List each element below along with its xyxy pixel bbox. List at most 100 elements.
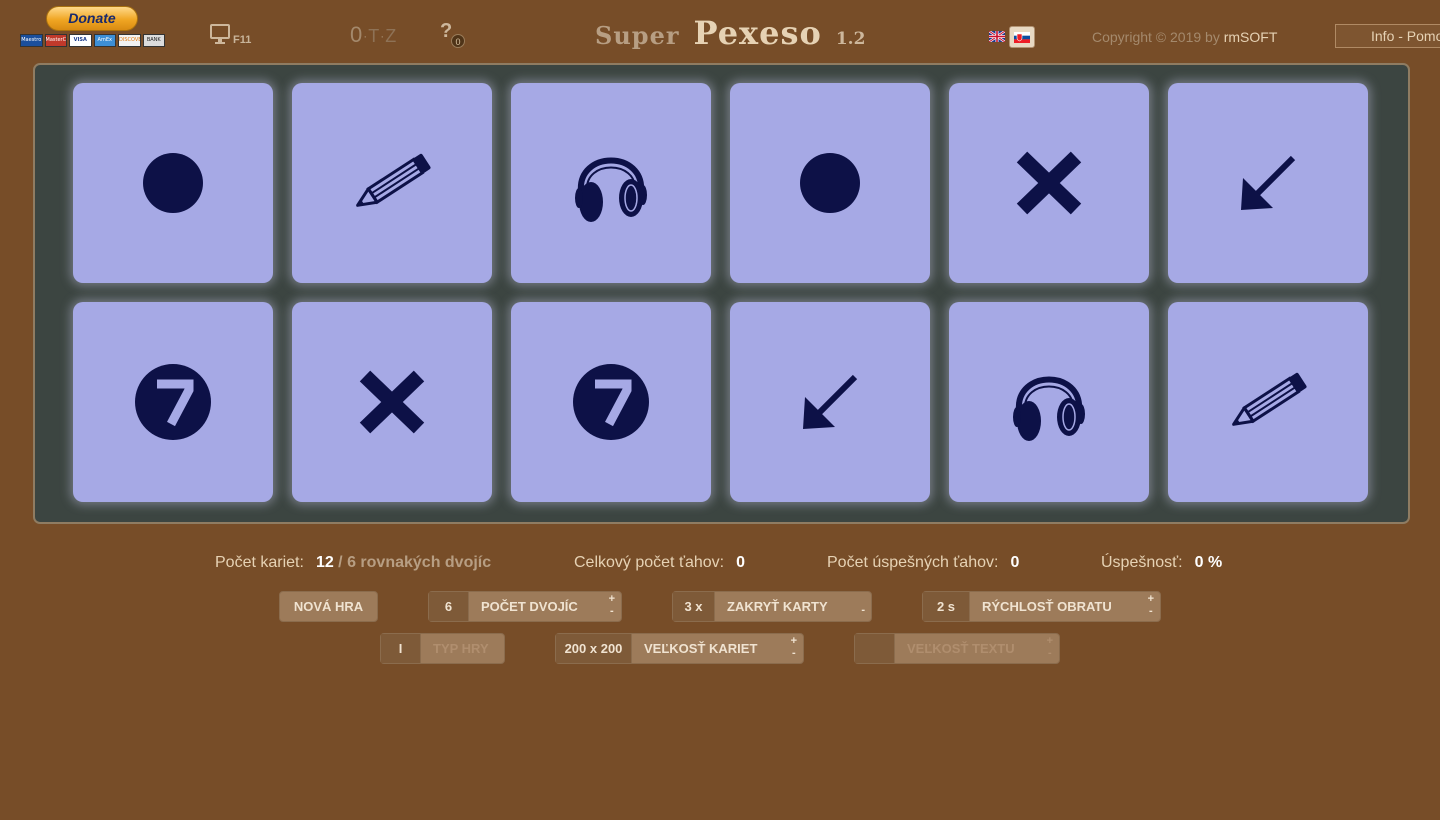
headphones-icon (1013, 376, 1085, 441)
card-10[interactable] (730, 302, 930, 502)
card-size-stepper: + - (791, 635, 797, 659)
card-4[interactable] (730, 83, 930, 283)
pairs-plus-button[interactable]: + (609, 593, 615, 605)
stat-success-rate-value: 0 % (1194, 554, 1223, 571)
pairs-minus-button[interactable]: - (610, 605, 614, 617)
stat-success-rate: Úspešnosť: 0 % (1101, 554, 1222, 572)
text-size-plus-button[interactable]: + (1047, 635, 1053, 647)
stat-card-count-sep: / (333, 554, 348, 571)
pairs-count-control: 6 POČET DVOJÍC + - (428, 591, 622, 622)
hide-cards-minus-button[interactable]: - (861, 604, 865, 616)
otz-o: 0 (350, 22, 364, 47)
stat-total-moves: Celkový počet ťahov: 0 (574, 554, 745, 572)
uk-flag-icon (989, 31, 1005, 42)
seven-icon (135, 364, 211, 440)
headphones-icon (575, 157, 647, 222)
arrow-down-left-icon (1241, 155, 1296, 210)
amex-card-icon: AmEx (93, 34, 116, 47)
arrow-down-left-icon (803, 374, 858, 429)
monitor-icon (210, 24, 230, 44)
card-12[interactable] (1168, 302, 1368, 502)
donate-button[interactable]: Donate (46, 6, 138, 31)
donate-widget: Donate Maestro MasterCard VISA AmEx DISC… (20, 6, 165, 47)
card-size-label: VEĽKOSŤ KARIET (644, 641, 758, 656)
card-size-control: 200 x 200 VEĽKOSŤ KARIET + - (555, 633, 804, 664)
card-5[interactable] (949, 83, 1149, 283)
stat-card-count-value: 12 (315, 554, 334, 571)
seven-icon (573, 364, 649, 440)
stat-success-rate-label: Úspešnosť: (1101, 554, 1183, 571)
stat-successful-moves-value: 0 (1010, 554, 1020, 571)
game-type-label: TYP HRY (433, 641, 489, 656)
text-size-stepper: + - (1047, 635, 1053, 659)
card-2[interactable] (292, 83, 492, 283)
game-type-value: I (381, 634, 421, 663)
text-size-control: VEĽKOSŤ TEXTU + - (854, 633, 1060, 664)
maestro-card-icon: Maestro (20, 34, 43, 47)
copyright-text: Copyright © 2019 by (1092, 29, 1224, 45)
text-size-value (855, 634, 895, 663)
card-size-minus-button[interactable]: - (792, 647, 796, 659)
info-help-button[interactable]: Info - Pomoc (1335, 24, 1440, 48)
hide-cards-value: 3 x (673, 592, 715, 621)
stat-pairs-text: 6 rovnakých dvojíc (347, 554, 492, 571)
copyright-brand-link[interactable]: rmSOFT (1224, 29, 1278, 45)
card-size-value: 200 x 200 (556, 634, 632, 663)
card-8[interactable] (292, 302, 492, 502)
new-game-button[interactable]: NOVÁ HRA (279, 591, 378, 622)
game-type-control[interactable]: I TYP HRY (380, 633, 505, 664)
flip-speed-control: 2 s RÝCHLOSŤ OBRATU + - (922, 591, 1161, 622)
visa-card-icon: VISA (69, 34, 92, 47)
flip-speed-label: RÝCHLOSŤ OBRATU (982, 599, 1112, 614)
text-size-minus-button[interactable]: - (1048, 647, 1052, 659)
pairs-count-value: 6 (429, 592, 469, 621)
flip-speed-stepper: + - (1148, 593, 1154, 617)
bank-card-icon: BANK (142, 34, 165, 47)
game-board (33, 63, 1410, 524)
pencil-icon (356, 153, 431, 207)
hide-cards-label: ZAKRYŤ KARTY (727, 599, 828, 614)
mastercard-icon: MasterCard (44, 34, 67, 47)
pairs-count-stepper: + - (609, 593, 615, 617)
otz-z: Z (385, 26, 398, 46)
stat-total-moves-label: Celkový počet ťahov: (574, 554, 725, 571)
stat-total-moves-value: 0 (736, 554, 745, 571)
app-title: Super Pexeso 1.2 (595, 14, 865, 52)
cross-icon (359, 370, 425, 434)
fullscreen-key-label: F11 (233, 34, 252, 46)
card-11[interactable] (949, 302, 1149, 502)
dot-icon (800, 153, 860, 213)
payment-cards: Maestro MasterCard VISA AmEx DISCOVER BA… (20, 34, 165, 47)
app-version: 1.2 (835, 29, 866, 49)
text-size-label: VEĽKOSŤ TEXTU (907, 641, 1015, 656)
title-pexeso: Pexeso (693, 14, 822, 52)
flip-speed-plus-button[interactable]: + (1148, 593, 1154, 605)
card-3[interactable] (511, 83, 711, 283)
stat-card-count: Počet kariet: 12 / 6 rovnakých dvojíc (215, 554, 491, 572)
card-size-plus-button[interactable]: + (791, 635, 797, 647)
stat-successful-moves: Počet úspešných ťahov: 0 (827, 554, 1019, 572)
copyright: Copyright © 2019 by rmSOFT (1092, 29, 1277, 45)
language-slovak-button[interactable] (1009, 26, 1035, 48)
stat-card-count-label: Počet kariet: (215, 554, 304, 571)
card-6[interactable] (1168, 83, 1368, 283)
hide-cards-stepper: - (861, 604, 865, 616)
flip-speed-value: 2 s (923, 592, 970, 621)
pairs-count-label: POČET DVOJÍC (481, 599, 578, 614)
new-game-label: NOVÁ HRA (293, 599, 364, 614)
card-9[interactable] (511, 302, 711, 502)
title-super: Super (595, 21, 680, 50)
help-count-badge: 0 (451, 34, 465, 48)
otz-indicator[interactable]: 0·T·Z (350, 22, 397, 48)
fullscreen-button[interactable]: F11 (210, 24, 255, 46)
flip-speed-minus-button[interactable]: - (1149, 605, 1153, 617)
language-english-button[interactable] (985, 26, 1011, 48)
pencil-icon (1232, 372, 1307, 426)
cross-icon (1016, 151, 1082, 215)
hide-cards-control: 3 x ZAKRYŤ KARTY - (672, 591, 872, 622)
card-7[interactable] (73, 302, 273, 502)
sk-flag-icon (1014, 32, 1030, 43)
otz-t: T (368, 26, 381, 46)
dot-icon (143, 153, 203, 213)
card-1[interactable] (73, 83, 273, 283)
